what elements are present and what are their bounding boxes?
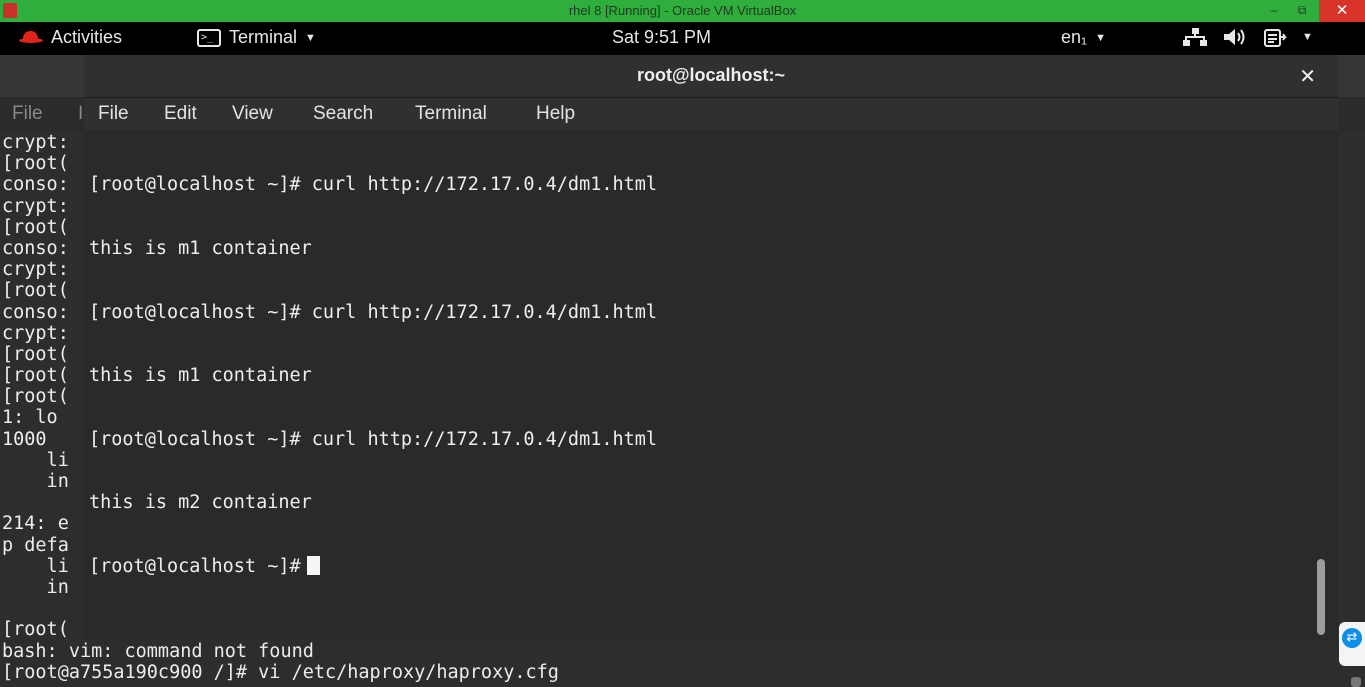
terminal-prompt: [root@localhost ~]# — [89, 556, 301, 578]
menu-file[interactable]: File — [12, 103, 43, 125]
chevron-down-icon: ▼ — [1302, 31, 1313, 43]
terminal-menubar: File Edit View Search Terminal Help — [84, 98, 1338, 130]
menu-edit[interactable]: Edit — [164, 103, 197, 125]
app-menu-label: Terminal — [229, 27, 298, 47]
close-window-button[interactable]: ✕ — [1319, 0, 1365, 22]
volume-icon — [1224, 29, 1245, 45]
clock-label: Sat 9:51 PM — [612, 27, 712, 47]
terminal-line: this is m2 container — [89, 492, 312, 514]
background-terminal-line: [root@a755a190c900 /]# vi /etc/haproxy/h… — [2, 661, 559, 683]
input-source-label: en₁ — [1061, 27, 1088, 47]
menu-terminal[interactable]: Terminal — [415, 103, 487, 125]
terminal-scrollbar[interactable] — [1314, 131, 1330, 640]
chevron-down-icon: ▼ — [1095, 31, 1106, 44]
terminal-window[interactable]: root@localhost:~ ✕ File Edit View Search… — [84, 55, 1338, 640]
terminal-prompt-line[interactable]: [root@localhost ~]# — [89, 556, 657, 577]
clipboard-icon — [1264, 29, 1287, 47]
redhat-icon — [19, 31, 43, 44]
menu-help[interactable]: Help — [536, 103, 575, 125]
terminal-line: [root@localhost ~]# curl http://172.17.0… — [89, 174, 658, 196]
terminal-line: this is m1 container — [89, 238, 312, 260]
close-icon[interactable]: ✕ — [1299, 64, 1316, 88]
text-cursor — [306, 556, 320, 576]
system-menu[interactable]: ▼ — [1182, 27, 1313, 47]
restore-button[interactable]: ⧉ — [1289, 0, 1315, 22]
terminal-icon: >_ — [197, 28, 221, 47]
window-title: rhel 8 [Running] - Oracle VM VirtualBox — [568, 3, 797, 18]
menu-edit-partial[interactable]: I — [78, 103, 83, 125]
background-terminal-line: bash: vim: command not found — [2, 640, 314, 662]
terminal-line: [root@localhost ~]# curl http://172.17.0… — [89, 301, 658, 323]
terminal-header: root@localhost:~ ✕ — [84, 55, 1338, 98]
virtualbox-titlebar: rhel 8 [Running] - Oracle VM VirtualBox … — [0, 0, 1365, 22]
menu-file[interactable]: File — [98, 103, 129, 125]
terminal-title: root@localhost:~ — [636, 65, 786, 85]
terminal-body[interactable]: [root@localhost ~]# curl http://172.17.0… — [84, 131, 1314, 640]
teamviewer-icon[interactable] — [1339, 622, 1365, 666]
terminal-line: this is m1 container — [89, 365, 312, 387]
activities-button[interactable]: Activities — [19, 27, 122, 48]
input-source-menu[interactable]: en₁ ▼ — [1061, 27, 1106, 48]
menu-view[interactable]: View — [232, 103, 273, 125]
scrollbar-thumb[interactable] — [1317, 559, 1325, 635]
terminal-output: [root@localhost ~]# curl http://172.17.0… — [89, 132, 657, 620]
app-menu-terminal[interactable]: >_ Terminal ▼ — [197, 27, 316, 48]
clock[interactable]: Sat 9:51 PM — [612, 27, 711, 48]
terminal-line: [root@localhost ~]# curl http://172.17.0… — [89, 428, 658, 450]
minimize-button[interactable]: ‒ — [1261, 0, 1287, 22]
menu-search[interactable]: Search — [313, 103, 373, 125]
network-icon — [1183, 28, 1207, 46]
activities-label: Activities — [51, 27, 123, 47]
gnome-top-bar: Activities >_ Terminal ▼ Sat 9:51 PM en₁… — [0, 22, 1365, 55]
chevron-down-icon: ▼ — [305, 31, 316, 44]
background-scrollbar[interactable] — [1351, 677, 1361, 687]
